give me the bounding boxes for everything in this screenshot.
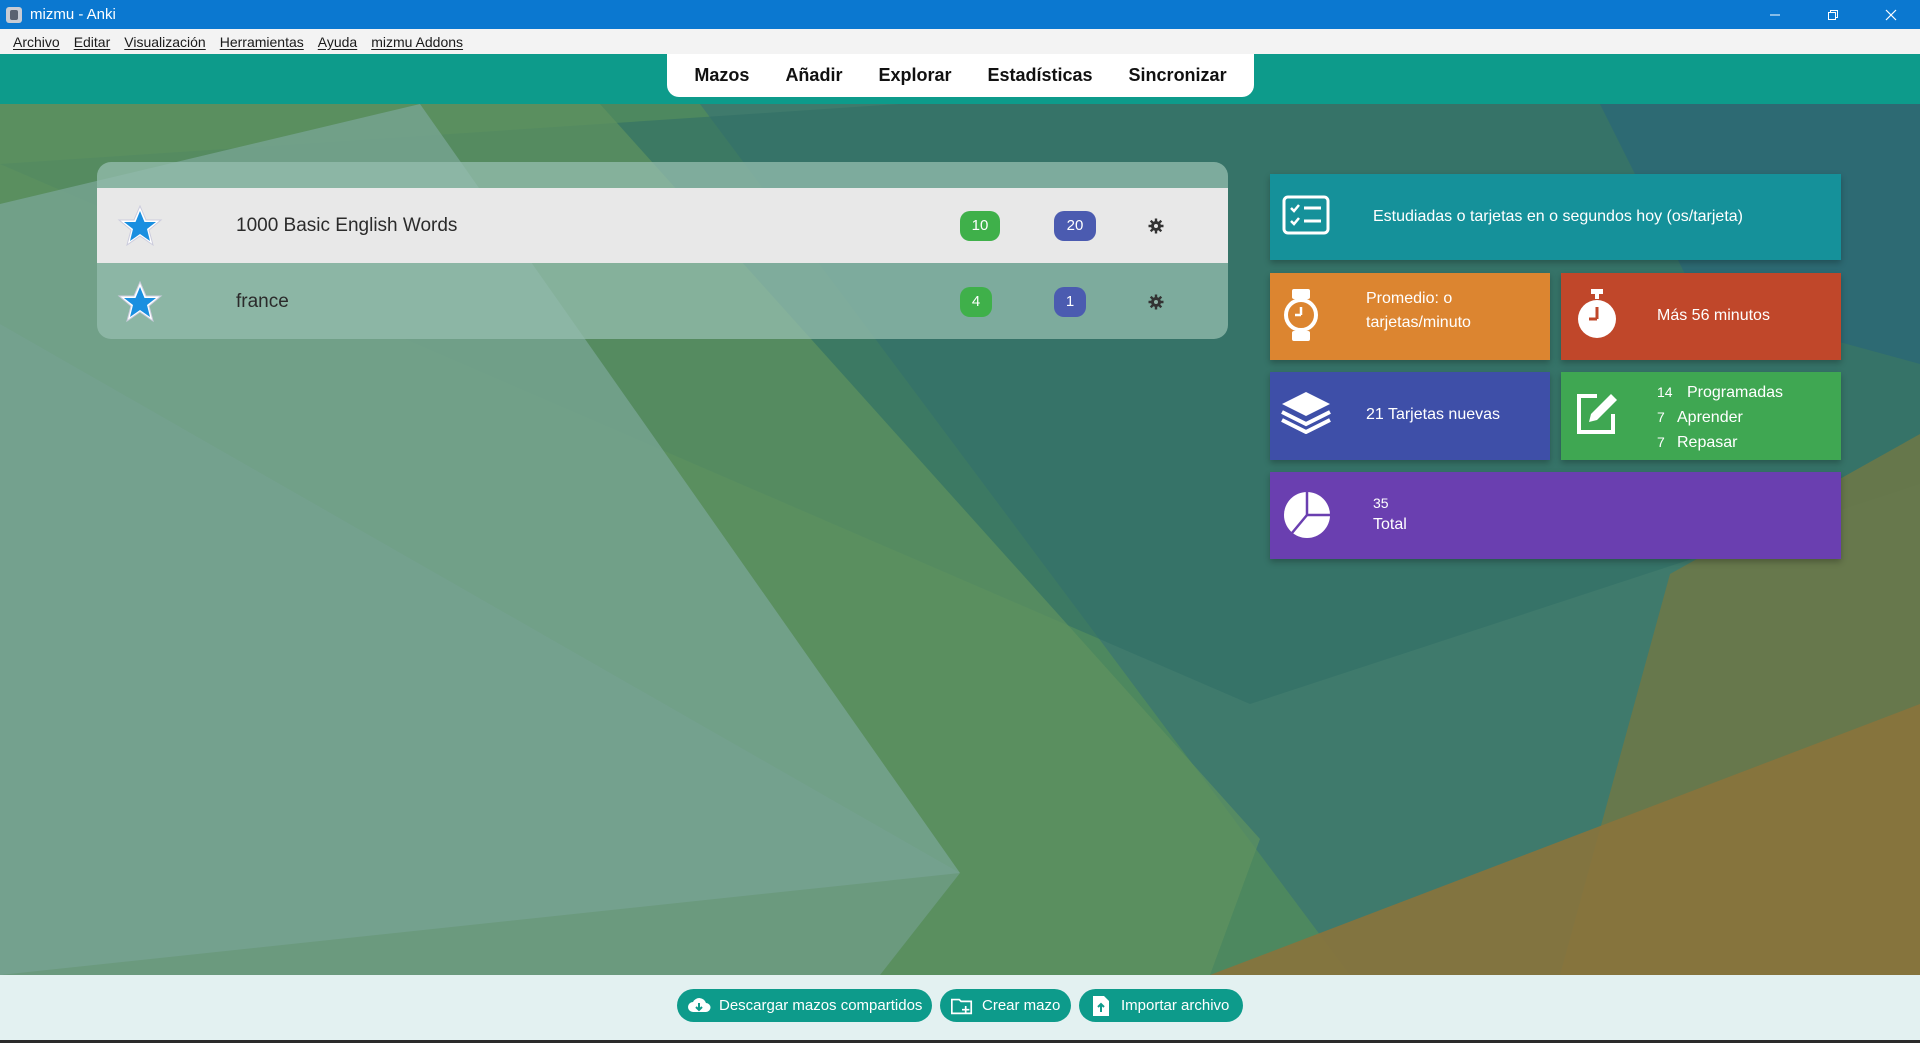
- average-text: Promedio: o tarjetas/minuto: [1366, 287, 1471, 335]
- close-icon[interactable]: [1862, 0, 1920, 29]
- menu-ayuda[interactable]: Ayuda: [311, 34, 364, 50]
- due-count-badge: 1: [1054, 286, 1086, 317]
- more-minutes-text: Más 56 minutos: [1657, 307, 1770, 324]
- new-count-badge: 10: [960, 210, 1000, 241]
- title-bar: mizmu - Anki: [0, 0, 1920, 29]
- learn-count: 7: [1657, 409, 1665, 425]
- create-deck-button[interactable]: Crear mazo: [940, 989, 1071, 1022]
- deck-list: 1000 Basic English Words 10 20 france 4 …: [97, 162, 1228, 339]
- deck-name[interactable]: france: [236, 291, 289, 313]
- deck-row[interactable]: 1000 Basic English Words 10 20: [97, 188, 1228, 263]
- watch-icon: [1284, 289, 1318, 341]
- star-icon: [117, 280, 163, 322]
- scheduled-list: 14 Programadas 7 Aprender 7 Repasar: [1657, 380, 1783, 455]
- download-shared-decks-label: Descargar mazos compartidos: [719, 997, 923, 1014]
- new-count-badge: 4: [960, 286, 992, 317]
- toolbar-browse-link[interactable]: Explorar: [860, 65, 969, 86]
- pie-chart-icon: [1284, 492, 1330, 538]
- menu-editar[interactable]: Editar: [67, 34, 118, 50]
- window-controls: [1746, 0, 1920, 29]
- import-file-button[interactable]: Importar archivo: [1079, 989, 1243, 1022]
- edit-icon: [1577, 394, 1617, 434]
- download-shared-decks-button[interactable]: Descargar mazos compartidos: [677, 989, 932, 1022]
- review-label: Repasar: [1677, 434, 1738, 451]
- scheduled-label: Programadas: [1687, 384, 1784, 401]
- total-label: Total: [1373, 516, 1407, 533]
- more-minutes-card: Más 56 minutos: [1561, 273, 1841, 360]
- folder-add-icon: [950, 994, 974, 1018]
- file-upload-icon: [1089, 994, 1113, 1018]
- bottom-bar: Descargar mazos compartidos Crear mazo I…: [0, 975, 1920, 1043]
- checklist-icon: [1282, 195, 1330, 235]
- total-text: 35 Total: [1373, 492, 1407, 536]
- layers-icon: [1281, 392, 1331, 434]
- minimize-icon[interactable]: [1746, 0, 1804, 29]
- import-file-label: Importar archivo: [1121, 997, 1230, 1014]
- total-count: 35: [1373, 495, 1389, 511]
- gear-icon[interactable]: [1148, 218, 1164, 234]
- anki-app-icon: [6, 6, 22, 23]
- restore-icon[interactable]: [1804, 0, 1862, 29]
- window-title: mizmu - Anki: [30, 6, 116, 23]
- star-icon: [117, 204, 163, 246]
- main-toolbar: Mazos Añadir Explorar Estadísticas Sincr…: [667, 54, 1254, 97]
- new-cards-text: 21 Tarjetas nuevas: [1366, 406, 1501, 423]
- cloud-download-icon: [687, 994, 711, 1018]
- scheduled-count: 14: [1657, 384, 1673, 400]
- learn-label: Aprender: [1677, 409, 1743, 426]
- menu-bar: Archivo Editar Visualización Herramienta…: [0, 29, 1920, 54]
- new-cards-card: 21 Tarjetas nuevas: [1270, 372, 1550, 460]
- toolbar-add-link[interactable]: Añadir: [767, 65, 860, 86]
- average-line1: Promedio: o: [1366, 290, 1453, 307]
- review-row: 7 Repasar: [1657, 430, 1783, 455]
- deck-row[interactable]: france 4 1: [97, 264, 1228, 339]
- learn-row: 7 Aprender: [1657, 405, 1783, 430]
- gear-icon[interactable]: [1148, 294, 1164, 310]
- menu-herramientas[interactable]: Herramientas: [213, 34, 311, 50]
- stopwatch-icon: [1578, 289, 1616, 338]
- toolbar-stats-link[interactable]: Estadísticas: [969, 65, 1110, 86]
- scheduled-card: 14 Programadas 7 Aprender 7 Repasar: [1561, 372, 1841, 460]
- menu-archivo[interactable]: Archivo: [6, 34, 67, 50]
- average-card: Promedio: o tarjetas/minuto: [1270, 273, 1550, 360]
- studied-today-card: Estudiadas o tarjetas en o segundos hoy …: [1270, 174, 1841, 260]
- total-card: 35 Total: [1270, 472, 1841, 559]
- average-line2: tarjetas/minuto: [1366, 314, 1471, 331]
- menu-visualizacion[interactable]: Visualización: [117, 34, 212, 50]
- deck-name[interactable]: 1000 Basic English Words: [236, 215, 457, 237]
- studied-today-text: Estudiadas o tarjetas en o segundos hoy …: [1373, 208, 1743, 225]
- menu-mizmu-addons[interactable]: mizmu Addons: [364, 34, 470, 50]
- due-count-badge: 20: [1054, 210, 1096, 241]
- review-count: 7: [1657, 434, 1665, 450]
- toolbar-sync-link[interactable]: Sincronizar: [1111, 65, 1245, 86]
- scheduled-row: 14 Programadas: [1657, 380, 1783, 405]
- create-deck-label: Crear mazo: [982, 997, 1061, 1014]
- toolbar-decks-link[interactable]: Mazos: [676, 65, 767, 86]
